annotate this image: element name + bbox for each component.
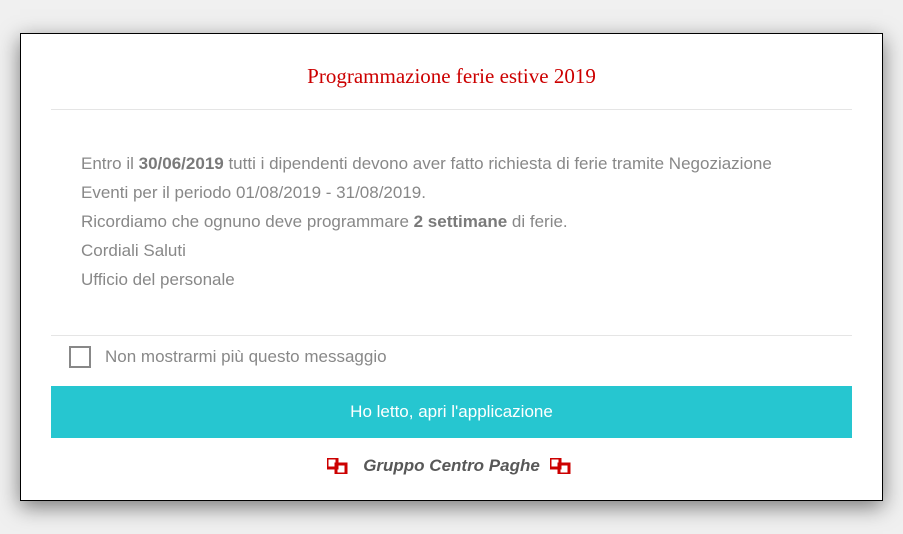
body-text: Entro il: [81, 154, 139, 173]
dont-show-again-checkbox[interactable]: [69, 346, 91, 368]
body-text: di ferie.: [507, 212, 567, 231]
company-logo-text: Gruppo Centro Paghe: [363, 456, 540, 476]
dont-show-again-row: Non mostrarmi più questo messaggio: [51, 336, 852, 386]
body-line-3: Cordiali Saluti: [81, 237, 822, 266]
dialog-title: Programmazione ferie estive 2019: [51, 64, 852, 109]
duration-bold: 2 settimane: [414, 212, 508, 231]
dialog: Programmazione ferie estive 2019 Entro i…: [20, 33, 883, 500]
confirm-button[interactable]: Ho letto, apri l'applicazione: [51, 386, 852, 438]
dont-show-again-label: Non mostrarmi più questo messaggio: [105, 347, 387, 367]
body-line-4: Ufficio del personale: [81, 266, 822, 295]
footer-logo: Gruppo Centro Paghe: [51, 438, 852, 476]
body-text: Ricordiamo che ognuno deve programmare: [81, 212, 414, 231]
body-line-1: Entro il 30/06/2019 tutti i dipendenti d…: [81, 150, 822, 208]
deadline-date: 30/06/2019: [139, 154, 224, 173]
dialog-body: Entro il 30/06/2019 tutti i dipendenti d…: [51, 110, 852, 334]
company-logo-icon: [327, 458, 353, 474]
company-logo-icon: [550, 458, 576, 474]
body-line-2: Ricordiamo che ognuno deve programmare 2…: [81, 208, 822, 237]
